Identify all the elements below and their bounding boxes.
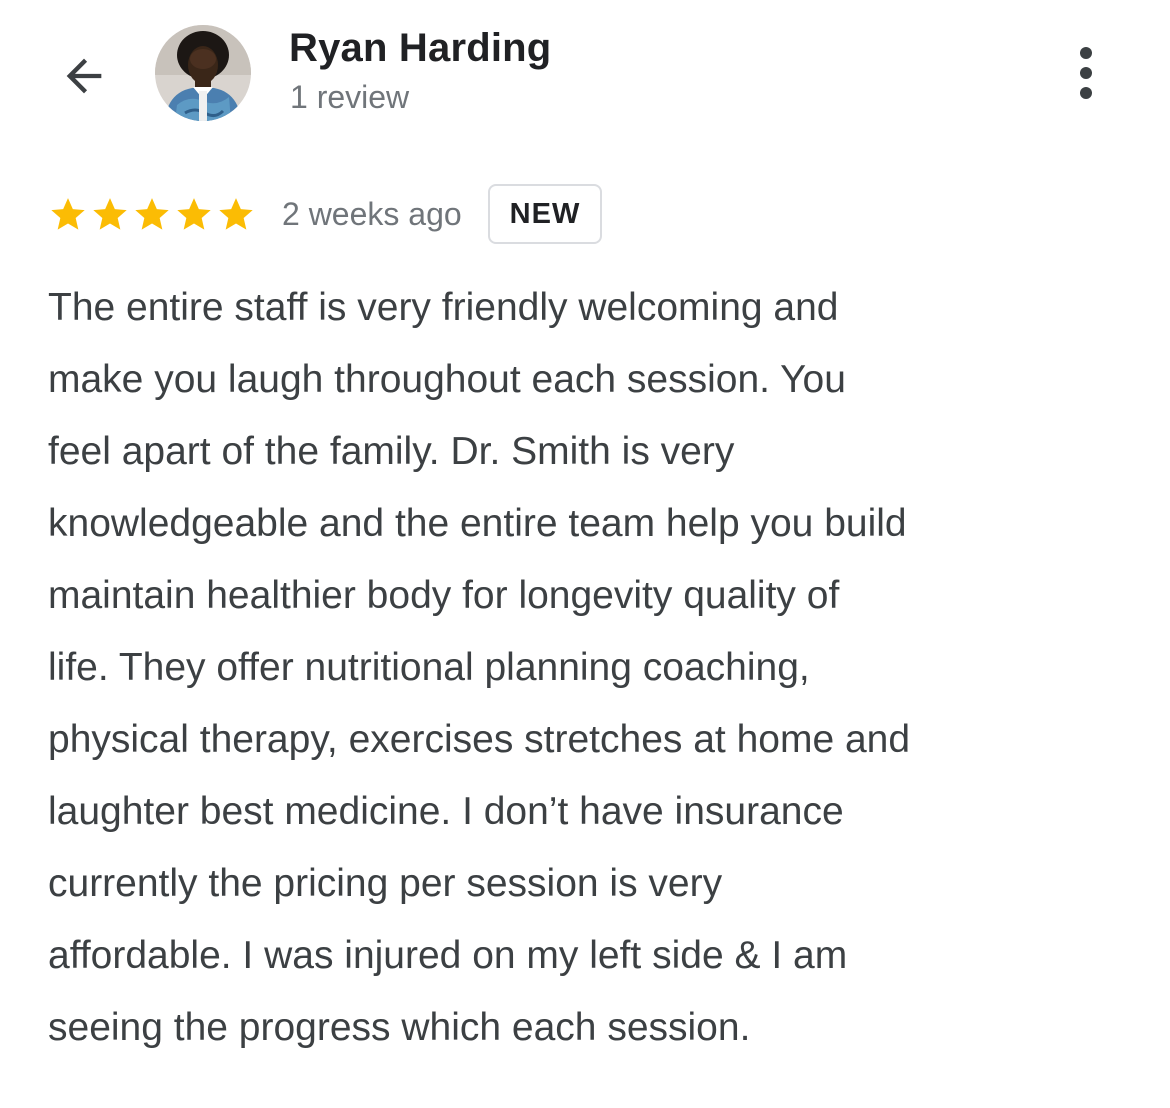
review-time: 2 weeks ago [282,195,462,232]
arrow-left-icon [66,58,102,94]
star-icon [177,198,211,230]
star-icon [51,198,85,230]
more-options-button[interactable] [1062,40,1110,106]
avatar[interactable] [155,25,251,121]
star-icon [219,198,253,230]
new-badge: NEW [487,184,603,244]
back-button[interactable] [52,44,116,108]
star-rating [48,194,256,234]
star-icon [135,198,169,230]
review-meta: 2 weeks ago NEW [48,182,603,246]
reviewer-name[interactable]: Ryan Harding [289,26,551,71]
review-text: The entire staff is very friendly welcom… [48,286,911,1049]
star-icon [93,198,127,230]
review-count[interactable]: 1 review [290,79,409,116]
review-header: Ryan Harding 1 review [0,0,1170,150]
more-vert-icon [1080,47,1092,59]
